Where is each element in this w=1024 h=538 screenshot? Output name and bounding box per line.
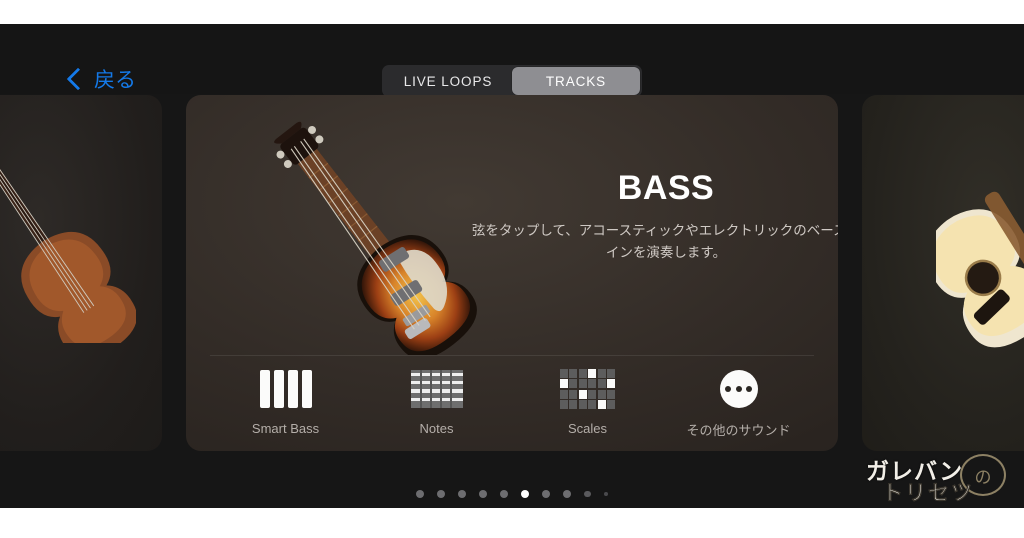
carousel-card-previous[interactable] xyxy=(0,95,162,451)
acoustic-guitar-art xyxy=(936,191,1024,348)
option-label: その他のサウンド xyxy=(686,423,791,438)
option-label: Smart Bass xyxy=(251,421,320,436)
instrument-options-row: Smart Bass Notes Scales その他のサウンド xyxy=(210,367,814,439)
option-smart-bass[interactable]: Smart Bass xyxy=(210,367,361,439)
segment-live-loops[interactable]: LIVE LOOPS xyxy=(384,67,512,95)
instrument-title: BASS xyxy=(617,169,715,207)
page-dot[interactable] xyxy=(458,490,466,498)
chevron-left-icon xyxy=(66,67,90,91)
page-dot[interactable] xyxy=(542,490,550,498)
carousel-card-active[interactable]: BASS 弦をタップして、アコースティックやエレクトリックのベースラインを演奏し… xyxy=(186,95,838,451)
page-dot-active[interactable] xyxy=(521,490,529,498)
scales-grid-icon xyxy=(559,367,616,411)
card-divider xyxy=(210,355,814,356)
instrument-description: 弦をタップして、アコースティックやエレクトリックのベースラインを演奏します。 xyxy=(471,223,838,260)
instrument-carousel[interactable]: BASS 弦をタップして、アコースティックやエレクトリックのベースラインを演奏し… xyxy=(0,94,1024,484)
fretboard-icon xyxy=(410,367,463,411)
option-notes[interactable]: Notes xyxy=(361,367,512,439)
carousel-card-next[interactable] xyxy=(862,95,1024,451)
page-dot[interactable] xyxy=(603,491,608,497)
back-button[interactable]: 戻る xyxy=(66,64,136,94)
more-ellipsis-icon xyxy=(719,367,758,410)
option-label: Notes xyxy=(419,421,454,436)
violin-bass-guitar-art xyxy=(274,121,477,355)
page-dot[interactable] xyxy=(416,490,424,498)
bass-strings-icon xyxy=(259,367,312,411)
violin-art xyxy=(0,141,136,343)
option-scales[interactable]: Scales xyxy=(512,367,663,439)
top-navigation-bar: 戻る LIVE LOOPS TRACKS xyxy=(0,24,1024,97)
app-screen: 戻る LIVE LOOPS TRACKS BASS 弦をタップして、アコースティ… xyxy=(0,24,1024,508)
option-label: Scales xyxy=(567,421,608,436)
option-more-sounds[interactable]: その他のサウンド xyxy=(663,367,814,439)
page-dot[interactable] xyxy=(479,490,487,498)
page-dot[interactable] xyxy=(563,490,571,498)
mode-segmented-control[interactable]: LIVE LOOPS TRACKS xyxy=(382,65,642,97)
page-dot[interactable] xyxy=(500,490,508,498)
back-button-label: 戻る xyxy=(94,69,136,92)
carousel-page-dots[interactable] xyxy=(0,484,1024,504)
segment-tracks[interactable]: TRACKS xyxy=(512,67,640,95)
page-dot[interactable] xyxy=(584,490,591,498)
page-dot[interactable] xyxy=(437,490,445,498)
